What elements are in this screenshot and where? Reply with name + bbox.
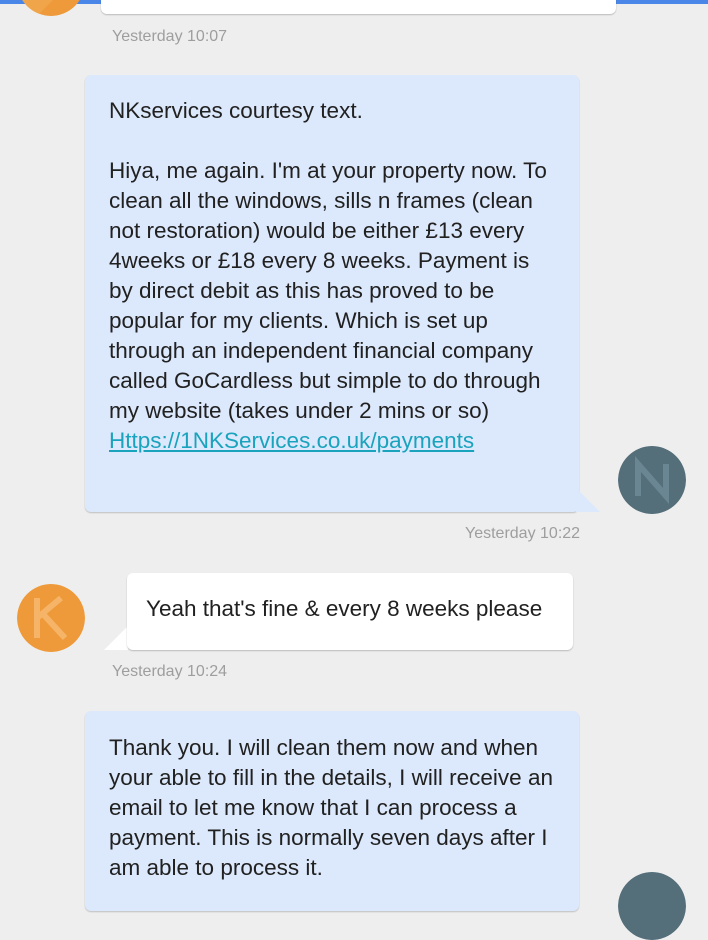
contact-avatar[interactable] [17,584,85,652]
gray-self-avatar-icon [618,872,686,940]
self-avatar[interactable] [618,446,686,514]
message-timestamp: Yesterday 10:07 [112,28,228,45]
contact-avatar[interactable] [17,0,85,16]
message-bubble-incoming[interactable]: Yeah that's fine & every 8 weeks please [127,573,573,650]
self-avatar[interactable] [618,872,686,940]
message-bubble-outgoing[interactable]: Thank you. I will clean them now and whe… [85,711,579,911]
message-text: Yeah that's fine & every 8 weeks please [146,596,543,621]
message-bubble-outgoing[interactable]: NKservices courtesy text. Hiya, me again… [85,75,579,512]
message-text: Thank you. I will clean them now and whe… [109,735,553,880]
orange-contact-avatar-icon [17,0,80,16]
bubble-tail [104,626,128,650]
message-text: Hiya, me again. I'm at your property now… [109,158,547,423]
message-bubble-incoming[interactable] [101,0,616,14]
gray-self-avatar-icon [618,446,686,514]
message-text: NKservices courtesy text. [109,98,363,123]
payments-link[interactable]: Https://1NKServices.co.uk/payments [109,428,474,453]
message-timestamp: Yesterday 10:22 [465,525,581,542]
orange-contact-avatar-icon [17,584,85,652]
bubble-tail [576,488,600,512]
message-timestamp: Yesterday 10:24 [112,663,228,680]
